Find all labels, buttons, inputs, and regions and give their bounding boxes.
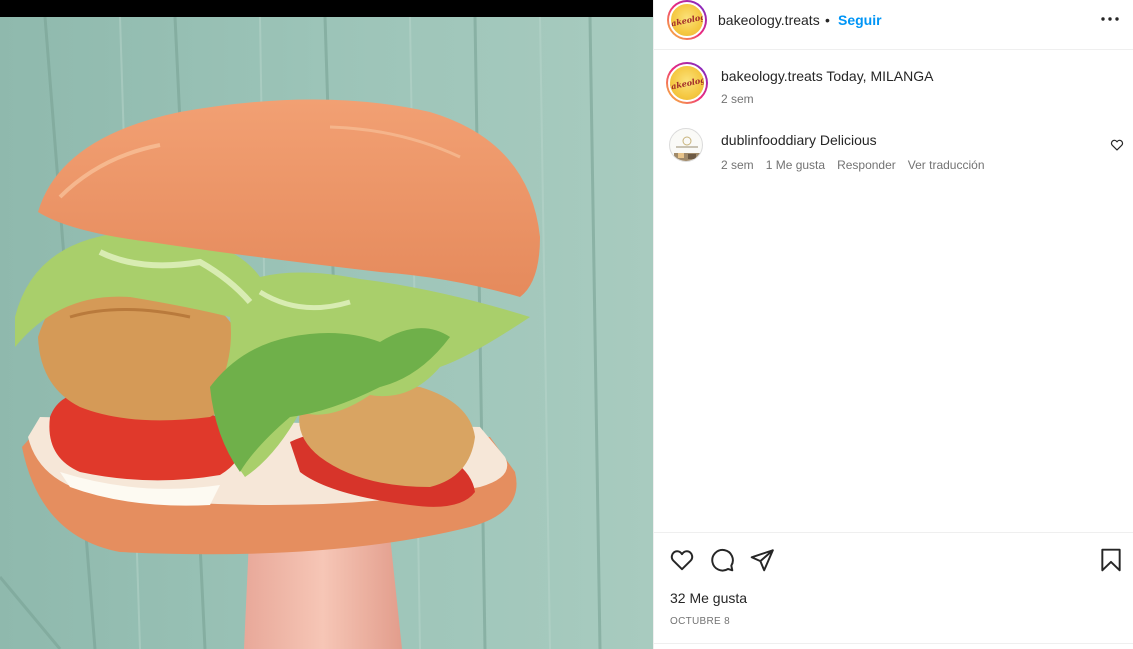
likes-count[interactable]: 32 Me gusta xyxy=(670,590,747,606)
caption-text: Today, MILANGA xyxy=(826,68,934,84)
share-icon[interactable] xyxy=(749,547,775,573)
author-username[interactable]: bakeology.treats xyxy=(718,12,820,28)
divider xyxy=(654,643,1133,644)
comment-text: Delicious xyxy=(819,132,877,148)
post-date[interactable]: OCTUBRE 8 xyxy=(670,616,730,627)
follow-button[interactable]: Seguir xyxy=(838,12,882,28)
caption: bakeology.treats Today, MILANGA xyxy=(721,68,933,84)
comment-likes[interactable]: 1 Me gusta xyxy=(766,158,825,172)
author-avatar[interactable]: Bakeology xyxy=(667,0,707,40)
action-bar: 32 Me gusta OCTUBRE 8 xyxy=(654,532,1133,649)
comment-meta: 2 sem 1 Me gusta Responder Ver traducció… xyxy=(721,158,985,172)
reply-button[interactable]: Responder xyxy=(837,158,896,172)
comment: dublinfooddiary Delicious xyxy=(721,132,877,148)
bakeology-logo: Bakeology xyxy=(668,64,706,102)
commenter-avatar[interactable] xyxy=(669,128,703,162)
separator-dot: • xyxy=(825,12,830,28)
caption-timestamp[interactable]: 2 sem xyxy=(721,92,754,106)
caption-author-avatar[interactable]: Bakeology xyxy=(666,62,708,104)
caption-username[interactable]: bakeology.treats xyxy=(721,68,823,84)
logo-text: Bakeology xyxy=(669,10,705,30)
bookmark-icon[interactable] xyxy=(1098,547,1124,573)
more-horizontal-icon[interactable] xyxy=(1098,11,1122,27)
comment-username[interactable]: dublinfooddiary xyxy=(721,132,816,148)
comment-heart-icon[interactable] xyxy=(1110,138,1124,152)
comment-timestamp[interactable]: 2 sem xyxy=(721,158,754,172)
commenter-avatar-image xyxy=(674,136,700,161)
comment-icon[interactable] xyxy=(709,547,735,573)
media-top-bar xyxy=(0,0,653,17)
heart-icon[interactable] xyxy=(669,547,695,573)
bakeology-logo: Bakeology xyxy=(669,2,705,38)
post-header: Bakeology bakeology.treats • Seguir xyxy=(654,0,1133,50)
post-detail-panel: Bakeology bakeology.treats • Seguir Bake… xyxy=(653,0,1133,649)
post-photo xyxy=(0,17,653,649)
see-translation-button[interactable]: Ver traducción xyxy=(908,158,985,172)
post-media[interactable] xyxy=(0,0,653,649)
logo-text: Bakeology xyxy=(668,73,706,93)
